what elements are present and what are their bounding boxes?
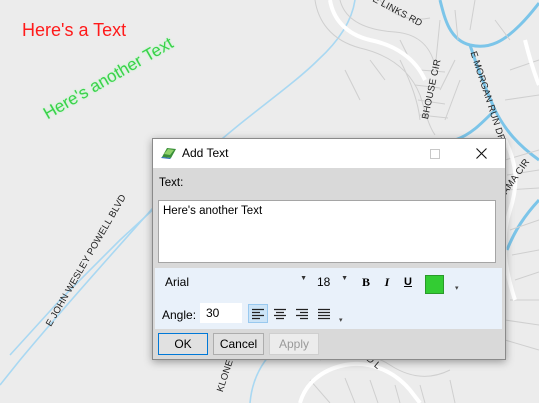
add-text-dialog[interactable]: Add Text Text: Here's another Text Arial… bbox=[152, 138, 506, 360]
align-justify-icon bbox=[318, 308, 330, 319]
cancel-button[interactable]: Cancel bbox=[213, 333, 264, 355]
close-button[interactable] bbox=[459, 139, 503, 168]
align-right-button[interactable] bbox=[292, 304, 312, 323]
overflow-chevron-icon[interactable]: ▾ bbox=[455, 284, 459, 292]
close-icon bbox=[475, 148, 487, 159]
overflow-chevron-icon[interactable]: ▾ bbox=[339, 316, 343, 324]
text-label: Text: bbox=[159, 177, 184, 189]
italic-button[interactable]: I bbox=[379, 274, 395, 290]
chevron-down-icon: ▼ bbox=[341, 275, 348, 282]
maximize-icon bbox=[430, 148, 440, 159]
chevron-down-icon: ▼ bbox=[300, 275, 307, 282]
dialog-titlebar[interactable]: Add Text bbox=[153, 139, 505, 168]
underline-button[interactable]: U bbox=[400, 274, 416, 290]
minimize-icon bbox=[382, 153, 392, 154]
bold-button[interactable]: B bbox=[358, 274, 374, 290]
angle-input[interactable]: 30 bbox=[200, 303, 242, 323]
ok-button[interactable]: OK bbox=[158, 333, 208, 355]
angle-label: Angle: bbox=[162, 308, 197, 322]
font-family-value: Arial bbox=[165, 275, 190, 289]
font-size-select[interactable]: 18 ▼ bbox=[313, 272, 351, 292]
align-center-icon bbox=[274, 308, 286, 319]
align-justify-button[interactable] bbox=[314, 304, 334, 323]
text-input[interactable]: Here's another Text bbox=[158, 200, 496, 263]
dialog-title: Add Text bbox=[182, 146, 229, 160]
align-left-icon bbox=[252, 308, 264, 319]
format-toolbar: Arial ▼ 18 ▼ B I U ▾ Angle: 30 ▾ bbox=[155, 268, 502, 329]
text-color-button[interactable] bbox=[425, 275, 444, 294]
align-right-icon bbox=[296, 308, 308, 319]
font-family-select[interactable]: Arial ▼ bbox=[161, 272, 311, 292]
apply-button[interactable]: Apply bbox=[269, 333, 319, 355]
maximize-button[interactable] bbox=[413, 139, 457, 168]
app-icon bbox=[161, 148, 176, 159]
font-size-value: 18 bbox=[317, 275, 331, 289]
align-left-button[interactable] bbox=[248, 304, 268, 323]
angle-value: 30 bbox=[206, 306, 220, 320]
minimize-button[interactable] bbox=[365, 139, 409, 168]
align-center-button[interactable] bbox=[270, 304, 290, 323]
map-text-red[interactable]: Here's a Text bbox=[22, 20, 126, 41]
